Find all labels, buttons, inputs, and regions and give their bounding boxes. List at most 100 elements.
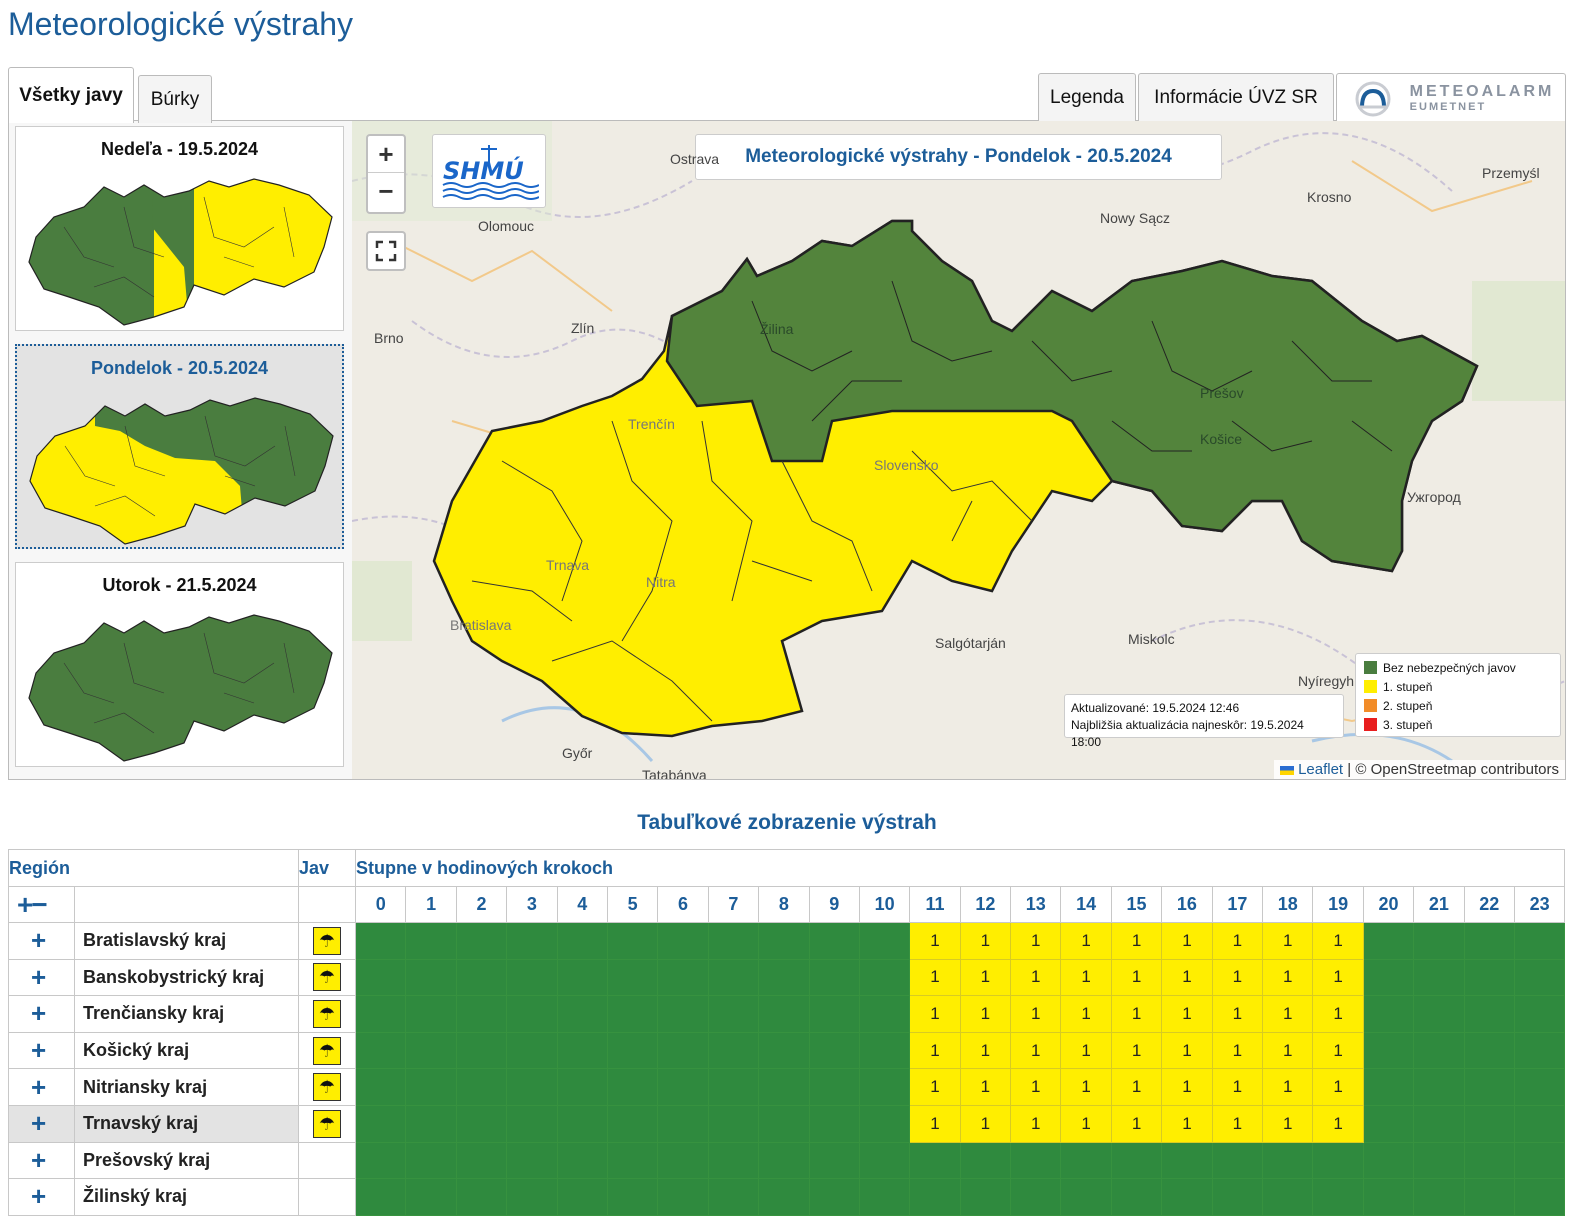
hour-level-cell <box>858 1031 911 1070</box>
hour-level-cell <box>1413 1068 1465 1106</box>
warning-map[interactable]: + − SHMÚ Meteorologické výstrahy - Ponde… <box>352 121 1565 779</box>
hour-level-cell: 1 <box>1060 1104 1112 1143</box>
phenomenon-cell: ☂ <box>298 1068 356 1106</box>
hour-level-cell: 1 <box>1161 922 1213 960</box>
expand-region-button[interactable]: + <box>8 1068 75 1106</box>
mini-map-tuesday <box>28 614 333 762</box>
hour-level-cell: 1 <box>959 958 1012 997</box>
hour-header: 22 <box>1463 886 1515 923</box>
hour-level-cell: 1 <box>1262 1031 1314 1070</box>
leaflet-link[interactable]: Leaflet <box>1298 761 1343 778</box>
expand-region-button[interactable]: + <box>8 995 75 1033</box>
region-name: Bratislavský kraj <box>74 922 299 960</box>
tab-storms[interactable]: Búrky <box>138 75 212 123</box>
ukraine-flag-icon <box>1279 765 1294 775</box>
hour-level-cell <box>959 1178 1012 1216</box>
hour-level-cell <box>657 995 709 1033</box>
hour-level-cell <box>858 995 911 1033</box>
region-name: Banskobystrický kraj <box>74 958 299 997</box>
hour-level-cell <box>455 1141 508 1180</box>
hour-level-cell <box>506 1068 558 1106</box>
hour-level-cell <box>1513 922 1566 960</box>
expand-region-button[interactable]: + <box>8 1031 75 1070</box>
hour-header: 14 <box>1060 886 1112 923</box>
legend-item: 3. stupeň <box>1364 715 1552 734</box>
hour-level-cell <box>758 1141 810 1180</box>
hour-level-cell <box>858 958 911 997</box>
thunderstorm-icon[interactable]: ☂ <box>313 999 341 1028</box>
hour-level-cell <box>455 1068 508 1106</box>
hour-level-cell <box>909 1178 961 1216</box>
place-label: Ostrava <box>670 151 720 167</box>
hour-level-cell: 1 <box>1110 995 1163 1033</box>
day-card-monday[interactable]: Pondelok - 20.5.2024 <box>15 344 344 549</box>
hour-level-cell: 1 <box>1211 1104 1264 1143</box>
expand-collapse-all[interactable]: +− <box>8 886 75 923</box>
hour-level-cell <box>1413 1141 1465 1180</box>
fullscreen-icon <box>375 240 397 262</box>
expand-region-button[interactable]: + <box>8 1178 75 1216</box>
hour-level-cell: 1 <box>1060 922 1112 960</box>
thunderstorm-icon[interactable]: ☂ <box>313 926 341 955</box>
hour-level-cell: 1 <box>1161 1104 1213 1143</box>
hour-level-cell <box>707 1068 760 1106</box>
expand-region-button[interactable]: + <box>8 1104 75 1143</box>
hour-level-cell <box>808 1104 860 1143</box>
hour-level-cell: 1 <box>1211 995 1264 1033</box>
region-name: Nitriansky kraj <box>74 1068 299 1106</box>
hour-level-cell <box>405 1104 457 1143</box>
place-label: Krosno <box>1307 189 1352 205</box>
eumetnet-label: EUMETNET <box>1409 100 1487 113</box>
expand-region-button[interactable]: + <box>8 922 75 960</box>
tab-all-phenomena[interactable]: Všetky javy <box>8 67 134 123</box>
hour-header: 13 <box>1010 886 1062 923</box>
thunderstorm-icon[interactable]: ☂ <box>313 1036 341 1065</box>
hour-level-cell <box>1513 1031 1566 1070</box>
hour-level-cell <box>506 922 558 960</box>
day-card-tuesday[interactable]: Utorok - 21.5.2024 <box>15 562 344 767</box>
region-row: + Prešovský kraj <box>8 1141 1566 1180</box>
hour-level-cell <box>1262 1178 1314 1216</box>
hour-level-cell <box>1463 1141 1515 1180</box>
hour-level-cell: 1 <box>1110 1068 1163 1106</box>
hour-level-cell <box>556 1068 608 1106</box>
hour-level-cell <box>1060 1178 1112 1216</box>
hour-level-cell: 1 <box>959 1068 1012 1106</box>
hour-header: 18 <box>1262 886 1314 923</box>
thunderstorm-icon[interactable]: ☂ <box>313 1109 341 1138</box>
hour-level-cell <box>758 1178 810 1216</box>
meteoalarm-link[interactable]: METEOALARM EUMETNET <box>1336 73 1566 121</box>
place-label: Olomouc <box>478 218 535 234</box>
region-name: Košický kraj <box>74 1031 299 1070</box>
region-row: + Žilinský kraj <box>8 1178 1566 1216</box>
hour-level-cell <box>1513 995 1566 1033</box>
expand-region-button[interactable]: + <box>8 958 75 997</box>
thunderstorm-icon[interactable]: ☂ <box>313 1073 341 1102</box>
expand-region-button[interactable]: + <box>8 1141 75 1180</box>
hour-level-cell: 1 <box>1262 922 1314 960</box>
hour-header: 5 <box>606 886 659 923</box>
hour-level-cell <box>707 1104 760 1143</box>
zoom-out-button[interactable]: − <box>368 173 404 209</box>
thunderstorm-icon[interactable]: ☂ <box>313 963 341 992</box>
hour-level-cell <box>657 1068 709 1106</box>
tab-uvz-info[interactable]: Informácie ÚVZ SR <box>1138 73 1334 121</box>
hour-level-cell: 1 <box>1161 1031 1213 1070</box>
day-card-sunday[interactable]: Nedeľa - 19.5.2024 <box>15 126 344 331</box>
hour-level-cell <box>1362 958 1415 997</box>
hour-level-cell <box>1161 1141 1213 1180</box>
fullscreen-button[interactable] <box>366 231 406 271</box>
hour-level-cell <box>506 1104 558 1143</box>
phenomenon-cell: ☂ <box>298 1104 356 1143</box>
hour-level-cell: 1 <box>1262 958 1314 997</box>
hour-level-cell: 1 <box>909 922 961 960</box>
hour-header: 9 <box>808 886 860 923</box>
col-steps-header: Stupne v hodinových krokoch <box>354 849 1566 887</box>
hour-level-cell: 1 <box>1312 1031 1364 1070</box>
hour-level-cell: 1 <box>1312 958 1364 997</box>
hour-level-cell: 1 <box>1110 1104 1163 1143</box>
tab-legend[interactable]: Legenda <box>1038 73 1136 121</box>
zoom-in-button[interactable]: + <box>368 136 404 173</box>
day-title: Pondelok - 20.5.2024 <box>90 358 269 378</box>
hour-level-cell: 1 <box>1060 995 1112 1033</box>
